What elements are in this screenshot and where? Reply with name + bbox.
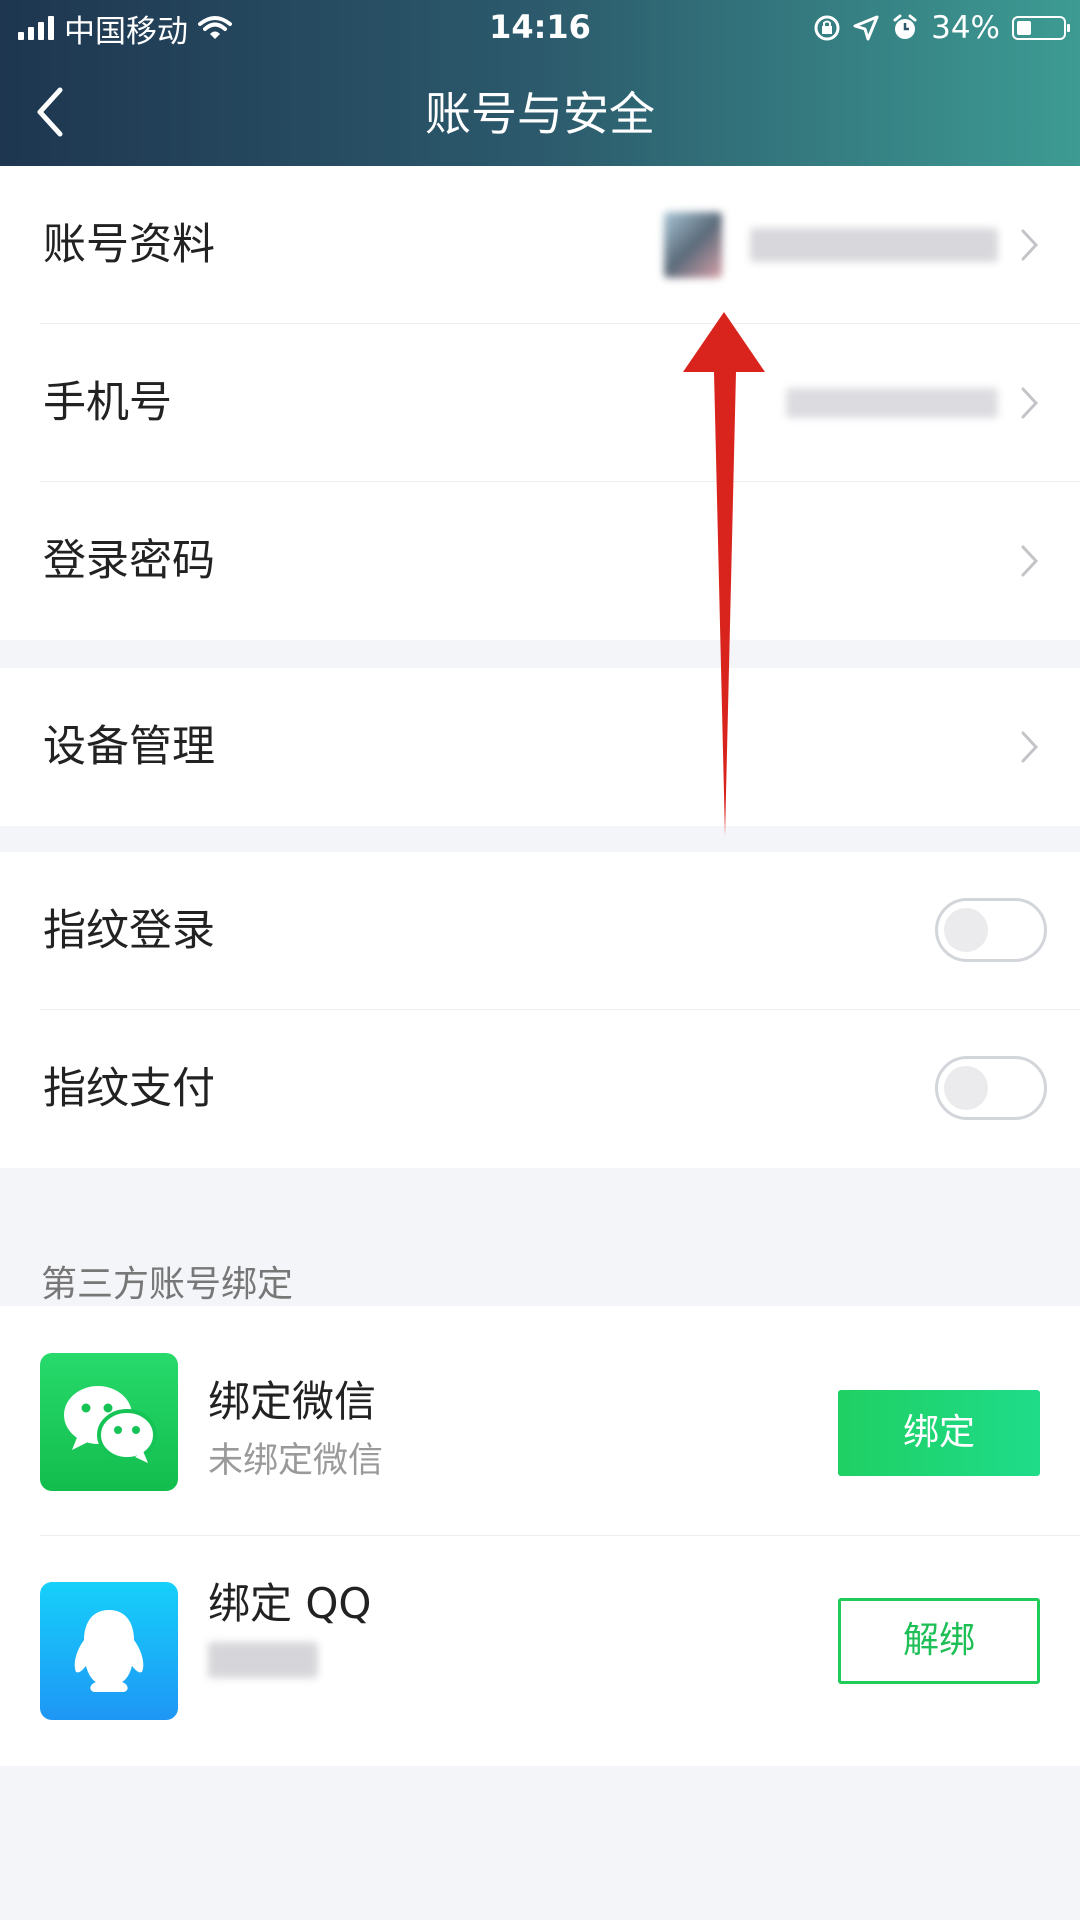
third-party-section-title: 第三方账号绑定 — [41, 1264, 294, 1305]
location-icon — [853, 15, 879, 41]
status-bar: 中国移动 14:16 34% — [0, 0, 1080, 54]
phone-row[interactable]: 手机号 — [0, 324, 1080, 482]
account-name-redacted — [750, 228, 998, 262]
battery-icon — [1012, 16, 1070, 40]
battery-percent: 34% — [931, 10, 1000, 46]
wechat-bind-title: 绑定微信 — [208, 1377, 377, 1426]
header: 中国移动 14:16 34% 账号与安全 — [0, 0, 1080, 166]
chevron-right-icon — [1021, 387, 1039, 419]
chevron-right-icon — [1021, 545, 1039, 577]
unbind-qq-button[interactable]: 解绑 — [838, 1598, 1040, 1684]
bind-wechat-button[interactable]: 绑定 — [838, 1390, 1040, 1476]
password-label: 登录密码 — [43, 536, 215, 586]
account-info-label: 账号资料 — [43, 220, 215, 270]
rotation-lock-icon — [814, 15, 840, 41]
chevron-right-icon — [1021, 731, 1039, 763]
third-party-group: 绑定微信 未绑定微信 绑定 绑定 QQ 解绑 — [0, 1306, 1080, 1766]
chevron-right-icon — [1021, 229, 1039, 261]
fingerprint-pay-toggle[interactable] — [935, 1056, 1047, 1120]
phone-number-redacted — [786, 388, 998, 418]
avatar — [664, 212, 722, 278]
account-group: 账号资料 手机号 登录密码 — [0, 166, 1080, 640]
qq-bind-title: 绑定 QQ — [208, 1579, 372, 1628]
wechat-bind-row: 绑定微信 未绑定微信 绑定 — [0, 1306, 1080, 1536]
password-row[interactable]: 登录密码 — [0, 482, 1080, 640]
qq-bind-row: 绑定 QQ 解绑 — [0, 1536, 1080, 1766]
page-title: 账号与安全 — [425, 87, 655, 141]
phone-label: 手机号 — [43, 378, 172, 428]
fingerprint-pay-label: 指纹支付 — [43, 1064, 215, 1114]
fingerprint-login-row: 指纹登录 — [0, 852, 1080, 1010]
qq-icon — [40, 1582, 178, 1720]
fingerprint-login-label: 指纹登录 — [43, 906, 215, 956]
wechat-bind-status: 未绑定微信 — [208, 1441, 384, 1481]
account-info-row[interactable]: 账号资料 — [0, 166, 1080, 324]
qq-account-redacted — [208, 1642, 318, 1678]
fingerprint-login-toggle[interactable] — [935, 898, 1047, 962]
wechat-icon — [40, 1353, 178, 1491]
device-group: 设备管理 — [0, 668, 1080, 826]
alarm-icon — [893, 14, 917, 39]
fingerprint-pay-row: 指纹支付 — [0, 1010, 1080, 1168]
device-management-label: 设备管理 — [43, 722, 215, 772]
device-management-row[interactable]: 设备管理 — [0, 668, 1080, 826]
fingerprint-group: 指纹登录 指纹支付 — [0, 852, 1080, 1168]
